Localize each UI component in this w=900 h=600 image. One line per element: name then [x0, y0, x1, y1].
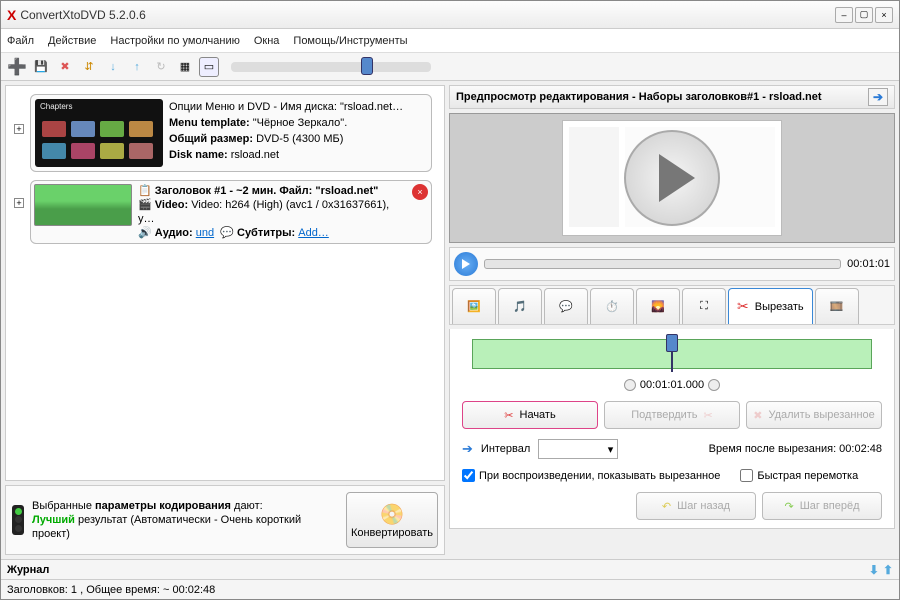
up-icon[interactable]: ↑ [127, 57, 147, 77]
step-forward-button[interactable]: ↷Шаг вперёд [762, 492, 882, 520]
minimize-button[interactable]: – [835, 7, 853, 23]
play-overlay-icon[interactable] [624, 130, 720, 226]
slider-thumb[interactable] [361, 57, 373, 75]
journal-up-icon[interactable]: ⬆ [883, 563, 893, 577]
audio-link[interactable]: und [196, 227, 214, 239]
timeline-marker[interactable] [666, 334, 678, 352]
step-back-button[interactable]: ↶Шаг назад [636, 492, 756, 520]
title-item-1[interactable]: 📋 Заголовок #1 - ~2 мин. Файл: "rsload.n… [30, 180, 432, 244]
save-icon[interactable]: 💾 [31, 57, 51, 77]
timecode-row: 00:01:01.000 [462, 379, 882, 391]
menu-thumb: Chapters [35, 99, 163, 167]
down-icon[interactable]: ↓ [103, 57, 123, 77]
cut-panel: 00:01:01.000 ✂Начать Подтвердить✂ ✖Удали… [449, 329, 895, 529]
expand-title[interactable]: + [14, 198, 24, 208]
tab-cut[interactable]: ✂Вырезать [728, 288, 813, 324]
menu-action[interactable]: Действие [48, 35, 96, 47]
quality-label: Лучший [32, 514, 75, 526]
tab-crop[interactable]: ⛶ [682, 288, 726, 324]
playback-controls: 00:01:01 [449, 247, 895, 281]
time-after-cut: Время после вырезания: 00:02:48 [709, 443, 882, 455]
handle-right[interactable] [708, 379, 720, 391]
cut-start-button[interactable]: ✂Начать [462, 401, 598, 429]
remove-icon[interactable]: ✖ [55, 57, 75, 77]
title-bar: X ConvertXtoDVD 5.2.0.6 – ▢ × [1, 1, 899, 29]
status-bar: Заголовков: 1 , Общее время: ~ 00:02:48 [1, 579, 899, 599]
encode-info-box: Выбранные параметры кодирования дают: Лу… [5, 485, 445, 555]
merge-icon[interactable]: ⇵ [79, 57, 99, 77]
tab-output[interactable]: 🎞️ [815, 288, 859, 324]
add-icon[interactable]: ➕ [7, 57, 27, 77]
interval-label: Интервал [481, 443, 530, 455]
interval-dropdown[interactable]: ▾ [538, 439, 618, 459]
zoom-slider[interactable] [231, 62, 431, 72]
batch-icon[interactable]: ▦ [175, 57, 195, 77]
close-button[interactable]: × [875, 7, 893, 23]
expand-dvd[interactable]: + [14, 124, 24, 134]
progress-bar[interactable] [484, 259, 841, 269]
preview-title: Предпросмотр редактирования - Наборы заг… [456, 91, 822, 103]
preview-area[interactable] [449, 113, 895, 243]
status-text: Заголовков: 1 , Общее время: ~ 00:02:48 [7, 584, 215, 596]
menu-help[interactable]: Помощь/Инструменты [293, 35, 407, 47]
fast-forward-checkbox[interactable]: Быстрая перемотка [740, 469, 858, 482]
arrow-right-icon: ➔ [462, 441, 473, 457]
menu-file[interactable]: Файл [7, 35, 34, 47]
playback-time: 00:01:01 [847, 258, 890, 270]
quality-traffic-icon [12, 505, 24, 535]
cut-delete-button[interactable]: ✖Удалить вырезанное [746, 401, 882, 429]
redo-icon[interactable]: ↻ [151, 57, 171, 77]
journal-label: Журнал [7, 564, 49, 576]
convert-button[interactable]: 📀 Конвертировать [346, 492, 438, 548]
timecode: 00:01:01.000 [640, 379, 704, 391]
app-logo: X [7, 7, 16, 23]
maximize-button[interactable]: ▢ [855, 7, 873, 23]
subs-link[interactable]: Add… [298, 227, 329, 239]
preview-icon[interactable]: ▭ [199, 57, 219, 77]
dvd-title-line: Опции Меню и DVD - Имя диска: "rsload.ne… [169, 99, 403, 115]
journal-down-icon[interactable]: ⬇ [869, 563, 879, 577]
menu-windows[interactable]: Окна [254, 35, 280, 47]
play-button[interactable] [454, 252, 478, 276]
toolbar: ➕ 💾 ✖ ⇵ ↓ ↑ ↻ ▦ ▭ [1, 53, 899, 81]
dvd-info: Опции Меню и DVD - Имя диска: "rsload.ne… [169, 99, 403, 167]
next-title-icon[interactable]: ➔ [868, 88, 888, 106]
remove-title-icon[interactable]: × [412, 184, 428, 200]
project-tree: + Chapters [5, 85, 445, 481]
window-title: ConvertXtoDVD 5.2.0.6 [20, 8, 833, 22]
tab-effects[interactable]: 🌄 [636, 288, 680, 324]
cut-timeline[interactable] [472, 339, 872, 369]
journal-bar: Журнал ⬇ ⬆ [1, 559, 899, 579]
handle-left[interactable] [624, 379, 636, 391]
show-cut-checkbox[interactable]: При воспроизведении, показывать вырезанн… [462, 469, 720, 482]
tab-image[interactable]: 🖼️ [452, 288, 496, 324]
tab-chapters[interactable]: ⏱️ [590, 288, 634, 324]
cut-confirm-button[interactable]: Подтвердить✂ [604, 401, 740, 429]
title-thumb [34, 184, 132, 226]
menu-bar: Файл Действие Настройки по умолчанию Окн… [1, 29, 899, 53]
preview-header: Предпросмотр редактирования - Наборы заг… [449, 85, 895, 109]
editor-tabs: 🖼️ 🎵 💬 ⏱️ 🌄 ⛶ ✂Вырезать 🎞️ [449, 285, 895, 325]
tab-audio[interactable]: 🎵 [498, 288, 542, 324]
dvd-options-item[interactable]: Chapters Опции Меню и DVD - Имя диска: " [30, 94, 432, 172]
tab-subs[interactable]: 💬 [544, 288, 588, 324]
title-header: Заголовок #1 - ~2 мин. Файл: "rsload.net… [155, 185, 379, 197]
menu-defaults[interactable]: Настройки по умолчанию [110, 35, 239, 47]
